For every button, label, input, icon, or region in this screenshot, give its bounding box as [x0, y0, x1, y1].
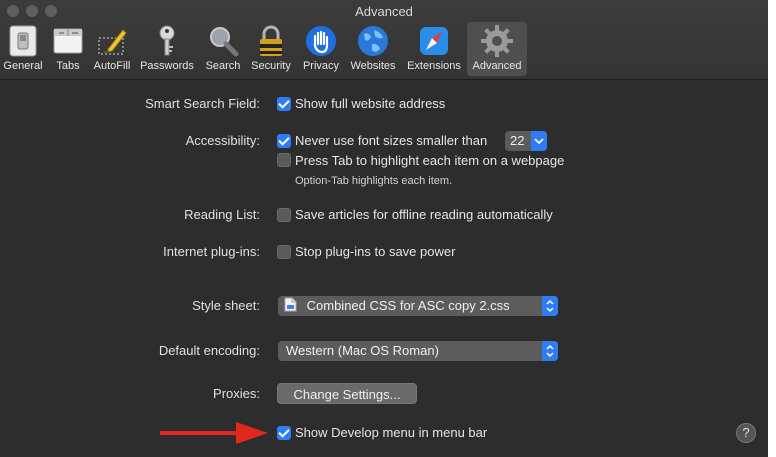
padlock-icon: [260, 25, 282, 56]
help-button[interactable]: ?: [736, 423, 756, 443]
tab-websites[interactable]: Websites: [346, 22, 400, 76]
general-switch-icon: [9, 25, 37, 57]
reading-list-label: Reading List:: [184, 207, 260, 222]
globe-icon: [358, 26, 388, 56]
tab-passwords[interactable]: Passwords: [137, 22, 197, 76]
tab-label: Privacy: [302, 60, 340, 72]
tab-extensions[interactable]: Extensions: [403, 22, 465, 76]
font-size-value: 22: [510, 133, 525, 148]
tab-highlight-checkbox[interactable]: [277, 153, 291, 167]
smart-search-checkbox[interactable]: [277, 97, 291, 111]
tabs-icon: [53, 28, 83, 54]
accessibility-label: Accessibility:: [185, 133, 260, 148]
tab-label: Extensions: [407, 60, 461, 72]
font-size-option: Never use font sizes smaller than: [295, 133, 488, 148]
plugins-option: Stop plug-ins to save power: [295, 244, 456, 259]
up-down-chevron-icon: [542, 341, 558, 361]
magnifier-icon: [210, 27, 239, 57]
tab-label: Security: [251, 60, 291, 72]
tab-privacy[interactable]: Privacy: [298, 22, 344, 76]
reading-list-checkbox[interactable]: [277, 208, 291, 222]
gear-icon: [481, 25, 513, 57]
tab-label: Search: [205, 60, 241, 72]
tab-security[interactable]: Security: [247, 22, 295, 76]
tab-highlight-hint: Option-Tab highlights each item.: [295, 175, 453, 187]
titlebar: Advanced General Tabs AutoFill Passwords…: [0, 0, 768, 80]
compass-icon: [420, 27, 448, 55]
font-size-select[interactable]: 22: [505, 131, 547, 151]
preferences-window: Advanced General Tabs AutoFill Passwords…: [0, 0, 768, 457]
tab-autofill[interactable]: AutoFill: [89, 22, 135, 76]
up-down-chevron-icon: [542, 296, 558, 316]
encoding-select[interactable]: Western (Mac OS Roman): [278, 341, 558, 361]
chevron-down-icon: [531, 131, 547, 151]
preferences-toolbar: General Tabs AutoFill Passwords Search S…: [0, 20, 768, 78]
window-title: Advanced: [355, 4, 413, 19]
smart-search-option: Show full website address: [295, 96, 446, 111]
tab-general[interactable]: General: [0, 22, 46, 76]
font-size-checkbox[interactable]: [277, 134, 291, 148]
plugins-checkbox[interactable]: [277, 245, 291, 259]
tab-label: Tabs: [56, 60, 80, 72]
smart-search-label: Smart Search Field:: [145, 96, 260, 111]
red-arrow-annotation: [160, 422, 268, 444]
plugins-label: Internet plug-ins:: [163, 244, 260, 259]
tab-advanced[interactable]: Advanced: [467, 22, 527, 76]
tab-label: Websites: [350, 60, 396, 72]
style-sheet-select[interactable]: Combined CSS for ASC copy 2.css: [278, 296, 558, 316]
develop-menu-option: Show Develop menu in menu bar: [295, 425, 488, 440]
reading-list-option: Save articles for offline reading automa…: [295, 207, 553, 222]
tab-label: AutoFill: [93, 60, 131, 72]
tab-tabs[interactable]: Tabs: [49, 22, 87, 76]
hand-icon: [306, 26, 336, 56]
encoding-value: Western (Mac OS Roman): [286, 343, 439, 358]
tab-search[interactable]: Search: [201, 22, 245, 76]
tab-label: Passwords: [140, 60, 194, 72]
develop-menu-checkbox[interactable]: [277, 426, 291, 440]
style-sheet-value: Combined CSS for ASC copy 2.css: [306, 298, 510, 313]
tab-label: General: [3, 60, 43, 72]
style-sheet-label: Style sheet:: [192, 298, 260, 313]
key-icon: [159, 25, 175, 56]
tab-highlight-option: Press Tab to highlight each item on a we…: [295, 153, 565, 168]
autofill-pencil-icon: [98, 29, 127, 55]
encoding-label: Default encoding:: [158, 343, 260, 358]
css-file-icon: [284, 297, 297, 312]
change-settings-button[interactable]: Change Settings...: [277, 383, 417, 404]
tab-label: Advanced: [472, 60, 522, 72]
proxies-label: Proxies:: [213, 386, 260, 401]
